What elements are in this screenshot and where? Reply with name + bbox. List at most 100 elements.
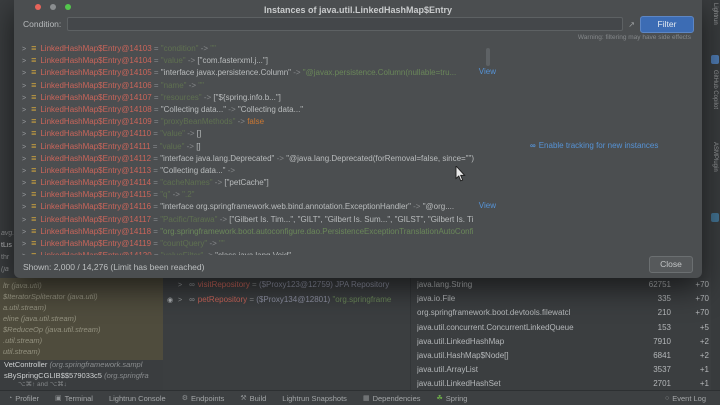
memory-row[interactable]: java.util.concurrent.ConcurrentLinkedQue… xyxy=(411,321,712,335)
scrollbar-thumb[interactable] xyxy=(486,48,490,66)
chevron-expand-icon[interactable]: > xyxy=(22,156,26,163)
window-close-button[interactable] xyxy=(35,4,41,10)
chevron-expand-icon[interactable]: > xyxy=(22,253,26,255)
eye-icon[interactable]: ◉ xyxy=(167,294,178,308)
window-minimize-button[interactable] xyxy=(50,4,56,10)
entry-value-part: ["${spring.info.b..."] xyxy=(213,93,281,102)
view-link[interactable]: View xyxy=(475,66,496,78)
stack-frame-item[interactable]: eline (java.util.stream) xyxy=(0,313,163,324)
chevron-expand-icon[interactable]: > xyxy=(22,119,26,126)
instance-row[interactable]: >≡LinkedHashMap$Entry@14116 = "interface… xyxy=(18,200,502,212)
chevron-expand-icon[interactable]: > xyxy=(22,70,26,77)
equals-sign: = xyxy=(151,215,160,224)
instance-row[interactable]: >≡LinkedHashMap$Entry@14120 = "valueFilt… xyxy=(18,249,502,255)
watch-row[interactable]: >∞visitRepository = ($Proxy123@12759) JP… xyxy=(163,278,410,293)
memory-class-name: java.io.File xyxy=(417,292,623,306)
instance-row[interactable]: >≡LinkedHashMap$Entry@14118 = "org.sprin… xyxy=(18,225,502,237)
chevron-expand-icon[interactable]: > xyxy=(178,282,182,289)
instance-row[interactable]: >≡LinkedHashMap$Entry@14104 = "value" ->… xyxy=(18,54,502,66)
entry-value-part: "countQuery" xyxy=(160,239,207,248)
watch-row[interactable]: ◉>∞petRepository = ($Proxy134@12801) "or… xyxy=(163,293,410,308)
tool-window-icon[interactable] xyxy=(711,55,719,64)
memory-row[interactable]: java.util.ArrayList3537+1 xyxy=(411,363,712,377)
statusbar-item-build[interactable]: ⚒Build xyxy=(240,394,266,403)
instance-row[interactable]: >≡LinkedHashMap$Entry@14108 = "Collectin… xyxy=(18,103,502,115)
instance-row[interactable]: >≡LinkedHashMap$Entry@14106 = "name" -> … xyxy=(18,79,502,91)
stack-frame-item[interactable]: .util.stream) xyxy=(0,335,163,346)
entry-value-part: "Pacific/Tarawa" xyxy=(160,215,217,224)
chevron-expand-icon[interactable]: > xyxy=(22,83,26,90)
chevron-expand-icon[interactable]: > xyxy=(22,192,26,199)
enable-tracking-link[interactable]: ∞Enable tracking for new instances xyxy=(530,141,658,150)
chevron-expand-icon[interactable]: > xyxy=(22,58,26,65)
stack-frame-item[interactable]: $ReduceOp (java.util.stream) xyxy=(0,324,163,335)
instance-name: LinkedHashMap$Entry@14109 xyxy=(40,117,151,126)
filter-button[interactable]: Filter xyxy=(640,16,694,33)
instance-row[interactable]: >≡LinkedHashMap$Entry@14114 = "cacheName… xyxy=(18,176,502,188)
chevron-expand-icon[interactable]: > xyxy=(178,297,182,304)
chevron-expand-icon[interactable]: > xyxy=(22,229,26,236)
memory-row[interactable]: java.lang.String62751+70 xyxy=(411,278,712,292)
memory-class-name: java.util.ArrayList xyxy=(417,363,623,377)
instance-row[interactable]: >≡LinkedHashMap$Entry@14117 = "Pacific/T… xyxy=(18,213,502,225)
stack-frame-item[interactable]: a.util.stream) xyxy=(0,302,163,313)
instance-name: LinkedHashMap$Entry@14105 xyxy=(40,68,151,77)
statusbar-item-lightrun-console[interactable]: Lightrun Console xyxy=(109,394,166,403)
memory-row[interactable]: org.springframework.boot.devtools.filewa… xyxy=(411,306,712,320)
entry-value-part: -> xyxy=(217,215,229,224)
instance-row[interactable]: >≡LinkedHashMap$Entry@14115 = "q" -> ".2… xyxy=(18,188,502,200)
chevron-expand-icon[interactable]: > xyxy=(22,217,26,224)
window-zoom-button[interactable] xyxy=(65,4,71,10)
chevron-expand-icon[interactable]: > xyxy=(22,107,26,114)
chevron-expand-icon[interactable]: > xyxy=(22,180,26,187)
tool-window-label-asmplugin[interactable]: ASMPlugin xyxy=(712,142,718,172)
instance-name: LinkedHashMap$Entry@14111 xyxy=(40,142,150,151)
instance-name: LinkedHashMap$Entry@14103 xyxy=(40,44,151,53)
instance-row[interactable]: >≡LinkedHashMap$Entry@14110 = "value" ->… xyxy=(18,127,502,139)
statusbar-item-dependencies[interactable]: ▦Dependencies xyxy=(363,394,421,403)
statusbar-item-terminal[interactable]: ▣Terminal xyxy=(55,394,93,403)
equals-sign: = xyxy=(151,227,160,236)
instance-row[interactable]: >≡LinkedHashMap$Entry@14119 = "countQuer… xyxy=(18,237,502,249)
memory-row[interactable]: java.util.HashMap$Node[]6841+2 xyxy=(411,349,712,363)
instance-row[interactable]: >≡LinkedHashMap$Entry@14105 = "interface… xyxy=(18,66,502,78)
instance-row[interactable]: >≡LinkedHashMap$Entry@14103 = "condition… xyxy=(18,42,502,54)
statusbar-item-endpoints[interactable]: ⚙Endpoints xyxy=(182,394,225,403)
dialog-titlebar[interactable]: Instances of java.util.LinkedHashMap$Ent… xyxy=(14,0,702,14)
entry-icon: ≡ xyxy=(31,43,36,53)
chevron-expand-icon[interactable]: > xyxy=(22,204,26,211)
instance-row[interactable]: >≡LinkedHashMap$Entry@14109 = "proxyBean… xyxy=(18,115,502,127)
view-link[interactable]: View xyxy=(475,200,496,212)
chevron-expand-icon[interactable]: > xyxy=(22,144,26,151)
tool-window-label-lightrun[interactable]: Lightrun xyxy=(712,3,718,25)
memory-row[interactable]: java.util.LinkedHashSet2701+1 xyxy=(411,377,712,391)
tool-window-icon[interactable] xyxy=(711,213,719,222)
chevron-expand-icon[interactable]: > xyxy=(22,46,26,53)
instance-row[interactable]: >≡LinkedHashMap$Entry@14107 = "resources… xyxy=(18,91,502,103)
statusbar-item-lightrun-snapshots[interactable]: Lightrun Snapshots xyxy=(282,394,347,403)
instance-row[interactable]: >≡LinkedHashMap$Entry@14112 = "interface… xyxy=(18,152,502,164)
close-button[interactable]: Close xyxy=(649,256,693,273)
statusbar-item-event-log[interactable]: ○Event Log xyxy=(665,394,706,403)
chevron-expand-icon[interactable]: > xyxy=(22,241,26,248)
chevron-expand-icon[interactable]: > xyxy=(22,131,26,138)
chevron-expand-icon[interactable]: > xyxy=(22,168,26,175)
tool-window-label-github-copilot[interactable]: GitHub Copilot xyxy=(712,70,718,109)
instance-row[interactable]: >≡LinkedHashMap$Entry@14113 = "Collectin… xyxy=(18,164,502,176)
memory-diff-count: +2 xyxy=(671,349,712,363)
memory-row[interactable]: java.util.LinkedHashMap7910+2 xyxy=(411,335,712,349)
stack-frame-item[interactable]: util.stream) xyxy=(0,346,163,357)
memory-class-name: java.lang.String xyxy=(417,278,623,292)
dependencies-icon: ▦ xyxy=(363,394,370,402)
stack-frame-item[interactable]: $IteratorSpliterator (java.util) xyxy=(0,291,163,302)
condition-input[interactable] xyxy=(67,17,623,31)
class-list-item[interactable]: VetController (org.springframework.sampl xyxy=(0,360,170,371)
statusbar-item-profiler[interactable]: ◔Profiler xyxy=(8,394,39,403)
instance-row[interactable]: >≡LinkedHashMap$Entry@14111 = "value" ->… xyxy=(18,140,502,152)
statusbar-item-spring[interactable]: ☘Spring xyxy=(437,394,468,403)
memory-row[interactable]: java.io.File335+70 xyxy=(411,292,712,306)
entry-icon: ≡ xyxy=(31,189,36,199)
chevron-expand-icon[interactable]: > xyxy=(22,95,26,102)
stack-frame-item[interactable]: ltr (java.util) xyxy=(0,280,163,291)
expand-editor-icon[interactable]: ↗ xyxy=(628,20,635,29)
